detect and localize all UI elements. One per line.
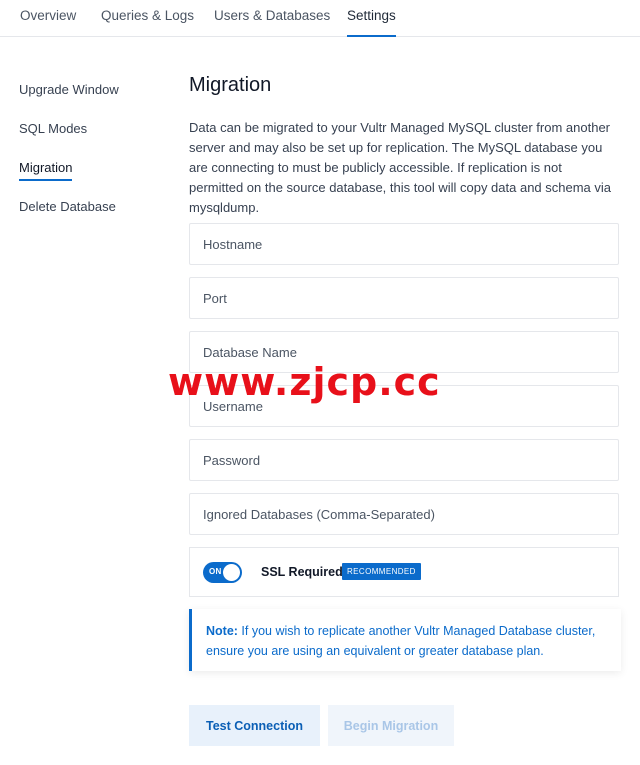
tab-overview[interactable]: Overview [20,0,76,36]
begin-migration-button[interactable]: Begin Migration [328,705,454,746]
replication-note: Note: If you wish to replicate another V… [189,609,621,671]
sidebar-item-upgrade-window[interactable]: Upgrade Window [19,82,119,97]
hostname-input[interactable] [189,223,619,265]
tab-settings[interactable]: Settings [347,0,396,37]
page-title: Migration [189,74,272,96]
recommended-badge: RECOMMENDED [342,563,421,580]
test-connection-button[interactable]: Test Connection [189,705,320,746]
toggle-on-label: ON [209,567,222,576]
sidebar-item-sql-modes[interactable]: SQL Modes [19,121,87,136]
toggle-knob [223,564,240,581]
migration-description: Data can be migrated to your Vultr Manag… [189,120,612,215]
tab-queries-logs[interactable]: Queries & Logs [101,0,194,36]
sidebar-item-delete-database[interactable]: Delete Database [19,199,116,214]
ssl-required-label: SSL Required [261,565,343,579]
ssl-required-row: ON SSL Required RECOMMENDED [189,547,619,597]
note-prefix: Note: [206,624,238,638]
sidebar-item-migration[interactable]: Migration [19,160,73,181]
watermark-text: www.zjcp.cc [168,360,441,404]
tab-users-databases[interactable]: Users & Databases [214,0,330,36]
note-text: If you wish to replicate another Vultr M… [206,624,596,658]
password-input[interactable] [189,439,619,481]
top-tabs: Overview Queries & Logs Users & Database… [0,0,640,37]
ssl-toggle[interactable]: ON [203,562,242,583]
ignored-databases-input[interactable] [189,493,619,535]
port-input[interactable] [189,277,619,319]
